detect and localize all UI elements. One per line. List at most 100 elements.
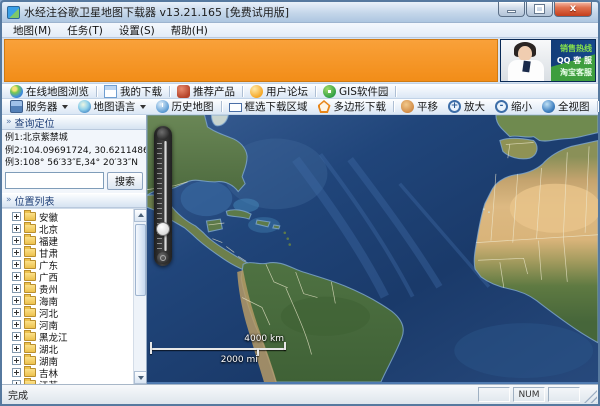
online-map-globe-icon [10,85,23,98]
expand-plus-icon[interactable] [12,248,21,257]
folder-icon [24,296,36,305]
scrollbar-thumb[interactable] [135,224,146,296]
ad-banner[interactable] [4,39,498,82]
menu-item[interactable]: 任务(T) [59,23,111,37]
minimize-icon [507,10,516,13]
folder-icon [24,320,36,329]
scale-line [150,348,286,350]
expand-plus-icon[interactable] [12,284,21,293]
online-map-globe-button[interactable]: 在线地图浏览 [5,84,94,98]
tree-item[interactable]: 贵州 [12,283,146,295]
maximize-button[interactable] [526,2,553,17]
my-downloads-button[interactable]: 我的下载 [99,84,167,98]
folder-icon [24,224,36,233]
tree-item[interactable]: 安徽 [12,211,146,223]
location-panel-header: » 位置列表 [2,193,146,208]
zoom-slider-thumb[interactable] [156,222,170,236]
search-panel-title: 查询定位 [15,115,55,130]
polygon-download-icon [318,100,331,113]
status-cells: NUM [475,387,580,402]
num-lock-indicator: NUM [513,387,545,402]
folder-icon [24,272,36,281]
tree-item[interactable]: 北京 [12,223,146,235]
status-message: 完成 [8,387,28,402]
menu-item[interactable]: 地图(M) [5,23,59,37]
scroll-up-icon[interactable] [134,209,146,222]
polygon-download-button[interactable]: 多边形下载 [313,99,392,114]
map-zoom-slider[interactable] [154,126,172,266]
recommended-products-button[interactable]: 推荐产品 [172,84,240,98]
scale-km-label: 4000 km [244,334,284,344]
location-panel-title: 位置列表 [15,193,55,208]
expand-plus-icon[interactable] [12,332,21,341]
map-language-button[interactable]: 地图语言 [73,99,151,114]
scroll-down-icon[interactable] [134,371,146,384]
status-cell-empty [478,387,510,402]
zoom-in-button[interactable]: 放大 [443,99,490,114]
tree-scrollbar[interactable] [133,209,146,385]
scale-tick-km [284,342,286,350]
pan-button[interactable]: 平移 [396,99,443,114]
rect-select-button[interactable]: 框选下载区域 [224,99,313,114]
tree-item[interactable]: 河北 [12,307,146,319]
tree-item[interactable]: 广西 [12,271,146,283]
service-ad[interactable]: 销售热线 QQ 客 服 淘宝客服 [500,39,596,82]
expand-plus-icon[interactable] [12,296,21,305]
tree-item[interactable]: 黑龙江 [12,331,146,343]
tree-item[interactable]: 吉林 [12,367,146,379]
zoom-out-icon [495,100,508,113]
menu-item[interactable]: 帮助(H) [163,23,216,37]
folder-icon [24,332,36,341]
map-viewport[interactable]: 4000 km 2000 mi [147,115,598,384]
tree-item[interactable]: 福建 [12,235,146,247]
search-panel-header: » 查询定位 [2,115,146,130]
menu-item[interactable]: 设置(S) [111,23,163,37]
toolbar-separator [597,101,598,112]
expand-plus-icon[interactable] [12,236,21,245]
zoom-out-button[interactable]: 缩小 [490,99,537,114]
tree-item[interactable]: 湖南 [12,355,146,367]
history-map-icon [156,100,169,113]
ad-line-qq-service: QQ 客 服 [557,55,592,67]
gis-software-icon [323,85,336,98]
example-line-1: 例1:北京紫禁城 [5,132,143,145]
toolbar-separator [393,101,394,112]
folder-icon [24,344,36,353]
gis-software-button[interactable]: GIS软件园 [318,84,393,98]
full-extent-button[interactable]: 全视图 [537,99,595,114]
minimize-button[interactable] [498,2,525,17]
expand-plus-icon[interactable] [12,272,21,281]
tree-item[interactable]: 广东 [12,259,146,271]
expand-plus-icon[interactable] [12,224,21,233]
toolbar-separator [395,86,396,97]
tree-item[interactable]: 海南 [12,295,146,307]
tree-item[interactable]: 湖北 [12,343,146,355]
expand-plus-icon[interactable] [12,368,21,377]
folder-icon [24,260,36,269]
search-row: 搜索 [2,171,146,193]
zoom-slider-bottom-icon[interactable] [157,252,169,264]
resize-grip[interactable] [584,390,597,403]
app-icon [7,6,20,19]
toolbar-separator [242,86,243,97]
expand-plus-icon[interactable] [12,308,21,317]
expand-plus-icon[interactable] [12,344,21,353]
history-map-button[interactable]: 历史地图 [151,99,219,114]
province-tree-container: 安徽 北京 福建 甘肃 广东 广西 贵州 海南 河北 河南 黑龙江 湖北 湖南 … [2,208,146,385]
search-button[interactable]: 搜索 [107,172,143,190]
user-forum-button[interactable]: 用户论坛 [245,84,313,98]
close-button[interactable]: x [554,2,592,17]
expand-plus-icon[interactable] [12,356,21,365]
tree-item[interactable]: 甘肃 [12,247,146,259]
expand-plus-icon[interactable] [12,212,21,221]
server-button[interactable]: 服务器 [5,99,73,114]
search-input[interactable] [5,172,104,189]
expand-plus-icon[interactable] [12,320,21,329]
toolbar-separator [169,86,170,97]
chevron-icon: » [6,118,12,127]
tree-item[interactable]: 河南 [12,319,146,331]
zoom-slider-top-icon[interactable] [157,128,169,140]
status-cell-empty [548,387,580,402]
ad-text: 销售热线 QQ 客 服 淘宝客服 [557,43,592,79]
expand-plus-icon[interactable] [12,260,21,269]
